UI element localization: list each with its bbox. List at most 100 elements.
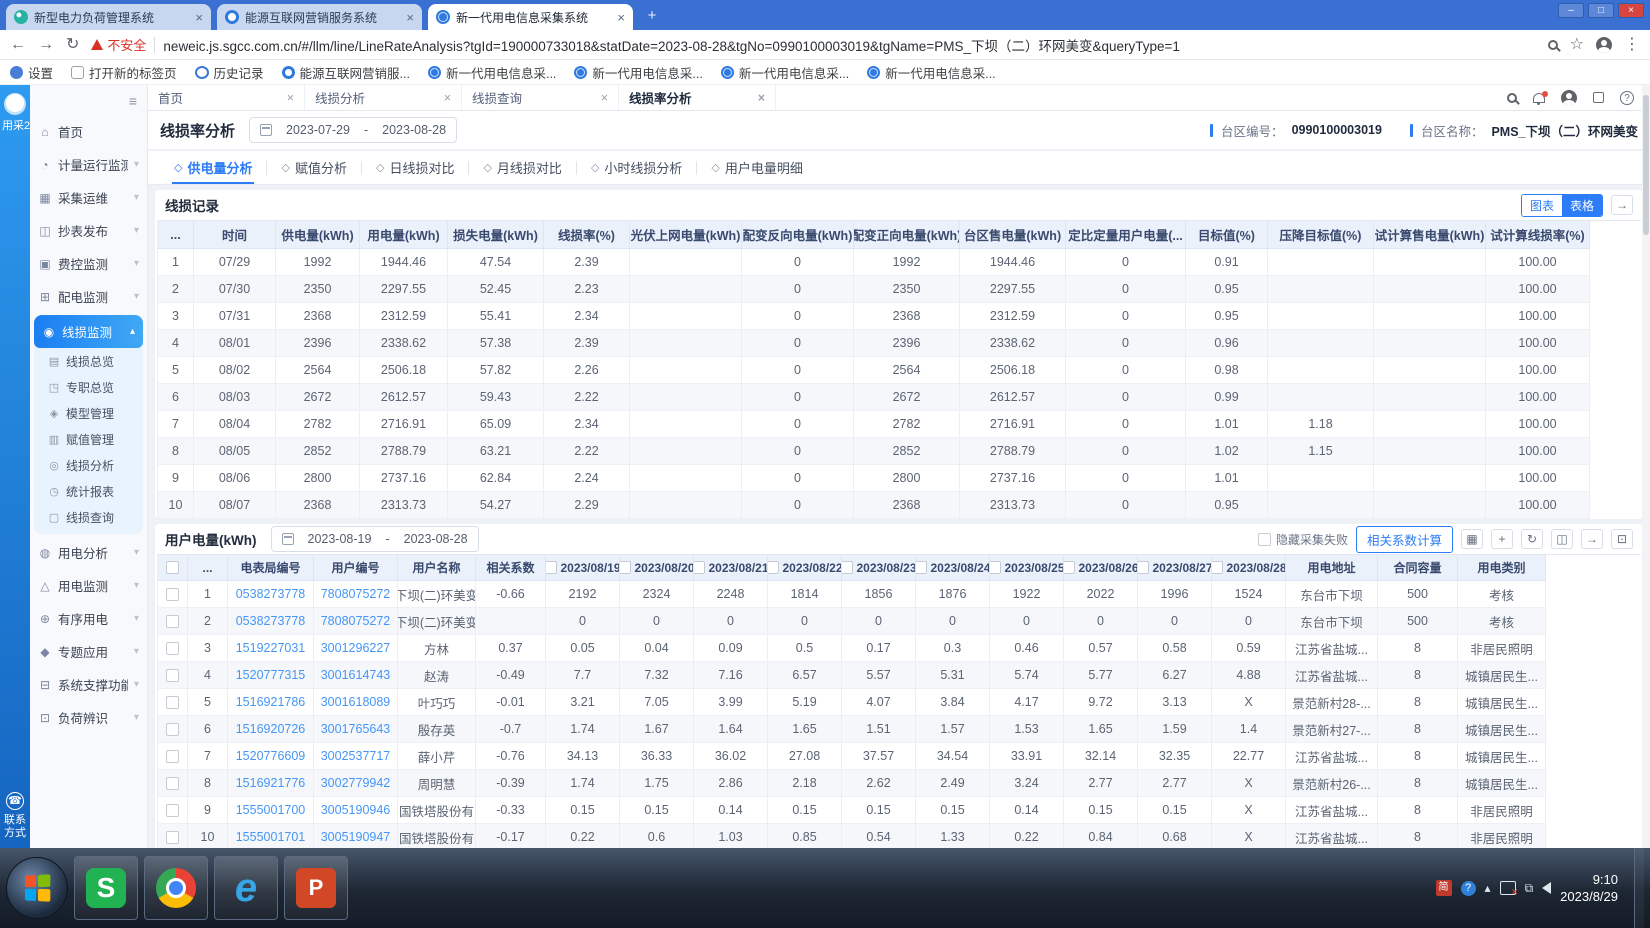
security-warning[interactable]: 不安全 — [91, 35, 146, 54]
table-row[interactable]: 3 07/31 2368 2312.59 55.41 2.34 0 2368 2… — [158, 303, 1641, 330]
date-checkbox[interactable] — [990, 561, 1001, 574]
browser-tab-3-active[interactable]: 新一代用电信息采集系统 × — [428, 4, 633, 30]
meter-no-link[interactable]: 1516921776 — [228, 770, 314, 797]
sidebar-item-fee[interactable]: ▣费控监测▾ — [30, 247, 147, 280]
date-checkbox[interactable] — [1064, 561, 1075, 574]
browser-menu-icon[interactable]: ⋮ — [1624, 37, 1640, 53]
refresh-icon[interactable]: ↻ — [1521, 529, 1543, 549]
search-icon[interactable] — [1507, 93, 1517, 103]
table-row[interactable]: 1 0538273778 7808075272 下坝(二)环美变 -0.66 2… — [158, 581, 1641, 608]
meter-no-link[interactable]: 1520776609 — [228, 743, 314, 770]
help-icon[interactable]: ? — [1620, 91, 1634, 105]
user-no-link[interactable]: 3001618089 — [314, 689, 398, 716]
date-checkbox[interactable] — [1212, 561, 1223, 574]
meter-no-link[interactable]: 1520777315 — [228, 662, 314, 689]
maximize-button[interactable]: □ — [1588, 3, 1614, 18]
user-no-link[interactable]: 3002779942 — [314, 770, 398, 797]
sidebar-item-home[interactable]: ⌂首页 — [30, 115, 147, 148]
meter-no-link[interactable]: 1519227031 — [228, 635, 314, 662]
row-checkbox[interactable] — [166, 831, 179, 844]
close-tab-icon[interactable]: × — [617, 10, 625, 25]
date-checkbox[interactable] — [1138, 561, 1149, 574]
table-row[interactable]: 4 08/01 2396 2338.62 57.38 2.39 0 2396 2… — [158, 330, 1641, 357]
meter-no-link[interactable]: 1516920726 — [228, 716, 314, 743]
start-button[interactable] — [6, 857, 68, 919]
date-checkbox[interactable] — [916, 561, 927, 574]
row-checkbox[interactable] — [166, 669, 179, 682]
forward-icon[interactable]: → — [38, 37, 54, 53]
row-checkbox[interactable] — [166, 804, 179, 817]
taskbar-app-ie[interactable]: e — [214, 856, 278, 920]
row-checkbox[interactable] — [166, 777, 179, 790]
help-tray-icon[interactable]: ? — [1461, 881, 1476, 896]
checkbox-icon[interactable] — [1258, 533, 1271, 546]
taskbar-app-chrome[interactable] — [144, 856, 208, 920]
browser-tab-2[interactable]: 能源互联网营销服务系统 × — [217, 4, 422, 30]
sidebar-item-special-app[interactable]: ◆专题应用▾ — [30, 635, 147, 668]
hide-failed-checkbox-row[interactable]: 隐藏采集失败 — [1258, 531, 1348, 548]
tab-loss-query[interactable]: 线损查询× — [462, 85, 619, 110]
taskbar-app-s[interactable]: S — [74, 856, 138, 920]
sidebar-subitem-duty-overview[interactable]: ◳专职总览 — [34, 374, 143, 400]
user-no-link[interactable]: 3001765643 — [314, 716, 398, 743]
show-desktop-button[interactable] — [1634, 848, 1644, 928]
sidebar-item-distribution[interactable]: ⊞配电监测▾ — [30, 280, 147, 313]
subtab-supply-analysis[interactable]: ◇供电量分析 — [160, 151, 266, 184]
user-no-link[interactable]: 3005190947 — [314, 824, 398, 848]
tab-home[interactable]: 首页× — [148, 85, 305, 110]
sidebar-item-usage-analysis[interactable]: ◍用电分析▾ — [30, 536, 147, 569]
fullscreen-icon[interactable] — [1593, 92, 1604, 103]
sidebar-item-ordered-power[interactable]: ⊕有序用电▾ — [30, 602, 147, 635]
row-checkbox[interactable] — [166, 723, 179, 736]
sidebar-subitem-stat-report[interactable]: ◷统计报表 — [34, 478, 143, 504]
collapse-sidebar-icon[interactable]: ≡ — [30, 91, 147, 115]
user-no-link[interactable]: 3001614743 — [314, 662, 398, 689]
add-icon[interactable]: + — [1491, 529, 1513, 549]
table-toggle-button[interactable]: 表格 — [1562, 195, 1602, 216]
sidebar-item-system-support[interactable]: ⊟系统支撑功能▾ — [30, 668, 147, 701]
bookmark-star-icon[interactable]: ☆ — [1570, 37, 1584, 53]
date-checkbox[interactable] — [546, 561, 557, 574]
bookmark-collection-1[interactable]: 新一代用电信息采... — [428, 63, 556, 82]
table-row[interactable]: 9 1555001700 3005190946 中国铁塔股份有限 -0.33 0… — [158, 797, 1641, 824]
table-row[interactable]: 6 08/03 2672 2612.57 59.43 2.22 0 2672 2… — [158, 384, 1641, 411]
export-icon[interactable]: → — [1581, 529, 1603, 549]
sidebar-item-collection[interactable]: ▦采集运维▾ — [30, 181, 147, 214]
meter-no-link[interactable]: 1555001701 — [228, 824, 314, 848]
user-no-link[interactable]: 3002537717 — [314, 743, 398, 770]
row-checkbox[interactable] — [166, 696, 179, 709]
close-icon[interactable]: × — [601, 91, 608, 105]
omnibox[interactable]: 不安全 neweic.js.sgcc.com.cn/#/llm/line/Lin… — [91, 34, 1535, 56]
bookmark-newtab[interactable]: 打开新的标签页 — [71, 63, 177, 82]
stamp-tray-icon[interactable]: 简 — [1436, 880, 1452, 896]
scrollbar-thumb[interactable] — [1643, 95, 1649, 235]
table-row[interactable]: 7 1520776609 3002537717 薛小芹 -0.76 34.13 … — [158, 743, 1641, 770]
row-checkbox[interactable] — [166, 750, 179, 763]
date-checkbox[interactable] — [694, 561, 705, 574]
meter-no-link[interactable]: 0538273778 — [228, 581, 314, 608]
bell-icon[interactable] — [1533, 93, 1545, 103]
bookmark-collection-4[interactable]: 新一代用电信息采... — [867, 63, 995, 82]
table-row[interactable]: 8 08/05 2852 2788.79 63.21 2.22 0 2852 2… — [158, 438, 1641, 465]
subtab-hourly-loss[interactable]: ◇小时线损分析 — [577, 151, 696, 184]
table-row[interactable]: 2 0538273778 7808075272 下坝(二)环美变 0 0 0 0… — [158, 608, 1641, 635]
table-row[interactable]: 7 08/04 2782 2716.91 65.09 2.34 0 2782 2… — [158, 411, 1641, 438]
close-window-button[interactable]: × — [1618, 3, 1644, 18]
subtab-user-energy-detail[interactable]: ◇用户电量明细 — [697, 151, 816, 184]
table-row[interactable]: 1 07/29 1992 1944.46 47.54 2.39 0 1992 1… — [158, 249, 1641, 276]
bookmark-settings[interactable]: 设置 — [10, 63, 53, 82]
row-checkbox[interactable] — [166, 642, 179, 655]
table-row[interactable]: 6 1516920726 3001765643 殷存英 -0.7 1.74 1.… — [158, 716, 1641, 743]
browser-tab-1[interactable]: 新型电力负荷管理系统 × — [6, 4, 211, 30]
user-no-link[interactable]: 7808075272 — [314, 608, 398, 635]
table-row[interactable]: 10 1555001701 3005190947 中国铁塔股份有限 -0.17 … — [158, 824, 1641, 848]
user-icon[interactable] — [1561, 90, 1577, 106]
user-no-link[interactable]: 7808075272 — [314, 581, 398, 608]
row-checkbox[interactable] — [166, 615, 179, 628]
tab-line-rate-analysis[interactable]: 线损率分析× — [619, 85, 776, 110]
date-checkbox[interactable] — [842, 561, 853, 574]
speaker-icon[interactable] — [1542, 882, 1551, 894]
row-checkbox[interactable] — [166, 588, 179, 601]
sidebar-item-lineloss-active[interactable]: ◉线损监测▴ — [34, 315, 143, 348]
sidebar-subitem-loss-overview[interactable]: ▤线损总览 — [34, 348, 143, 374]
